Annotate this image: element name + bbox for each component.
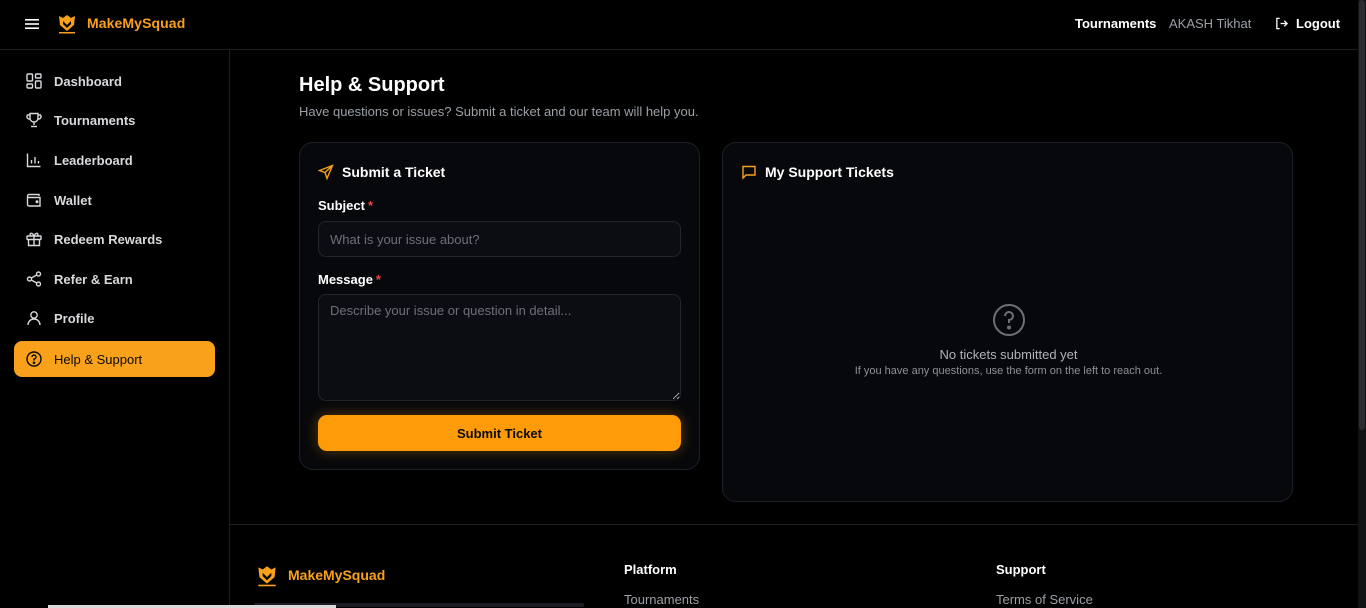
brand-logo-icon[interactable] (254, 563, 280, 589)
page-subtitle: Have questions or issues? Submit a ticke… (299, 104, 699, 119)
logout-button[interactable]: Logout (1275, 16, 1340, 31)
footer-link-terms[interactable]: Terms of Service (996, 592, 1093, 607)
gift-icon (26, 232, 42, 247)
top-header: MakeMySquad Tournaments AKASH Tikhat Log… (0, 0, 1358, 50)
sidebar-item-label: Redeem Rewards (54, 231, 163, 247)
my-tickets-card: My Support Tickets No tickets submitted … (722, 142, 1293, 502)
sidebar-item-help-support[interactable]: Help & Support (14, 341, 215, 377)
footer-brand[interactable]: MakeMySquad (288, 567, 385, 583)
logout-icon (1276, 17, 1288, 30)
message-textarea[interactable] (318, 294, 681, 401)
user-icon (27, 311, 41, 326)
sidebar-item-label: Tournaments (54, 112, 136, 128)
sidebar: Dashboard Tournaments Leaderboard Wallet (0, 50, 230, 608)
footer-support-title: Support (996, 562, 1046, 577)
scrollbar-thumb[interactable] (1359, 0, 1365, 430)
sidebar-item-label: Refer & Earn (54, 271, 133, 287)
sidebar-item-leaderboard[interactable]: Leaderboard (14, 142, 215, 178)
sidebar-item-label: Leaderboard (54, 152, 133, 168)
page-title: Help & Support (299, 74, 445, 96)
message-label: Message * (318, 272, 381, 287)
bar-chart-icon (26, 153, 41, 168)
sidebar-item-dashboard[interactable]: Dashboard (14, 63, 215, 99)
vertical-scrollbar[interactable] (1358, 0, 1366, 608)
required-mark: * (375, 272, 381, 287)
brand-name[interactable]: MakeMySquad (87, 15, 185, 31)
nav-link-tournaments[interactable]: Tournaments (1075, 16, 1156, 31)
my-tickets-title: My Support Tickets (765, 164, 894, 180)
sidebar-item-label: Wallet (54, 192, 92, 208)
sidebar-item-label: Help & Support (54, 351, 143, 367)
grid-icon (26, 73, 42, 89)
message-square-icon (742, 165, 756, 180)
required-mark: * (367, 198, 374, 213)
logout-label: Logout (1296, 16, 1341, 31)
footer-platform-title: Platform (624, 562, 677, 577)
sidebar-item-wallet[interactable]: Wallet (14, 182, 215, 218)
sidebar-item-label: Profile (54, 310, 95, 326)
sidebar-item-refer-earn[interactable]: Refer & Earn (14, 261, 215, 297)
my-tickets-header: My Support Tickets (741, 164, 894, 180)
empty-title: No tickets submitted yet (939, 347, 1078, 362)
footer-link-tournaments[interactable]: Tournaments (624, 592, 699, 607)
sidebar-item-label: Dashboard (54, 73, 122, 89)
footer: MakeMySquad Platform Tournaments Support… (230, 524, 1358, 608)
empty-subtitle: If you have any questions, use the form … (854, 365, 1163, 377)
submit-ticket-title: Submit a Ticket (342, 164, 446, 180)
hamburger-menu-icon[interactable] (24, 16, 40, 32)
submit-ticket-button[interactable]: Submit Ticket (318, 415, 681, 451)
submit-ticket-card: Submit a Ticket Subject* Message* Submit… (299, 142, 700, 470)
help-circle-icon (26, 351, 42, 367)
user-name[interactable]: AKASH Tikhat (1169, 16, 1251, 31)
submit-ticket-header: Submit a Ticket (318, 164, 445, 180)
help-circle-icon (992, 304, 1025, 336)
empty-state: No tickets submitted yet If you have any… (723, 303, 1294, 377)
sidebar-item-profile[interactable]: Profile (14, 300, 215, 336)
sidebar-item-redeem-rewards[interactable]: Redeem Rewards (14, 221, 215, 257)
send-icon (318, 164, 334, 180)
app-root: MakeMySquad Tournaments AKASH Tikhat Log… (0, 0, 1366, 608)
sidebar-item-tournaments[interactable]: Tournaments (14, 102, 215, 138)
subject-label-text: Subject (318, 198, 365, 213)
wallet-icon (26, 193, 41, 207)
subject-label: Subject * (318, 198, 373, 213)
brand-logo-icon[interactable] (55, 12, 79, 36)
message-label-text: Message (318, 272, 373, 287)
share-icon (26, 271, 42, 287)
trophy-icon (26, 112, 42, 128)
subject-input[interactable] (318, 221, 681, 257)
